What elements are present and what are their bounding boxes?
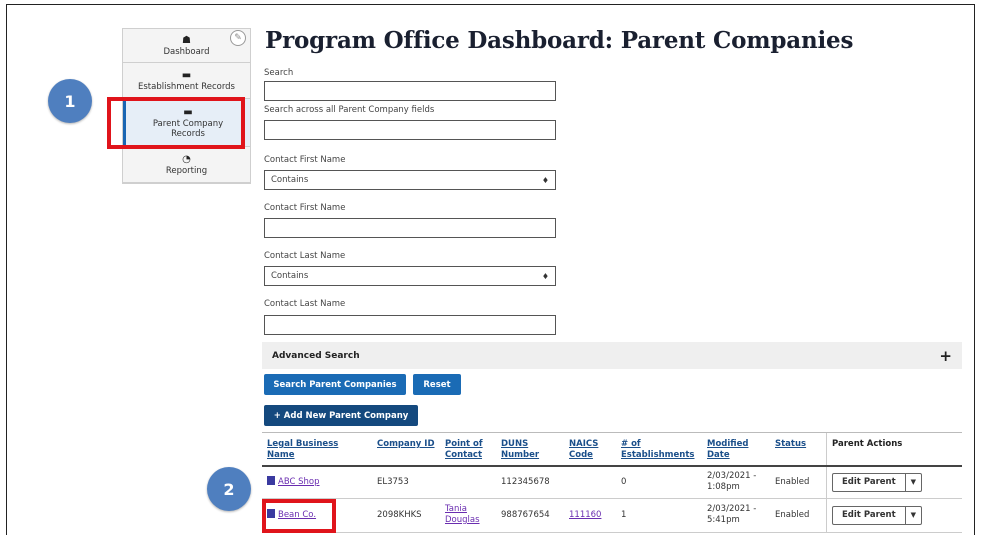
parent-companies-table: Legal Business Name Company ID Point of …	[262, 432, 962, 533]
cell-naics-code[interactable]: 111160	[564, 498, 616, 533]
table-row: ABC Shop EL3753 112345678 0 2/03/2021 - …	[262, 466, 962, 499]
sidebar-item-label: Establishment Records	[137, 81, 235, 92]
column-header-status[interactable]: Status	[770, 432, 827, 467]
chevron-down-icon[interactable]: ▼	[904, 506, 921, 524]
cell-establishments: 1	[616, 498, 702, 533]
chevron-updown-icon: ♦	[541, 175, 549, 185]
cell-company-id: EL3753	[372, 466, 440, 499]
column-header-naics-code[interactable]: NAICS Code	[564, 432, 616, 467]
chevron-down-icon[interactable]: ▼	[904, 473, 921, 491]
home-icon: ☗	[182, 34, 191, 46]
window-frame-top	[6, 4, 975, 5]
search-all-input[interactable]	[264, 120, 556, 140]
cell-company-id: 2098KHKS	[372, 498, 440, 533]
select-value: Contains	[271, 271, 309, 281]
chevron-updown-icon: ♦	[541, 271, 549, 281]
cell-modified-date: 2/03/2021 - 1:08pm	[702, 466, 770, 499]
add-new-parent-company-button[interactable]: + Add New Parent Company	[264, 405, 418, 426]
contact-first-name-operator-select[interactable]: Contains ♦	[264, 170, 556, 190]
cell-point-of-contact	[440, 466, 496, 499]
building-icon	[267, 476, 275, 486]
contact-first-name-label: Contact First Name	[264, 203, 346, 213]
highlight-box-bean-co	[262, 499, 336, 533]
edit-parent-button[interactable]: Edit Parent	[833, 474, 905, 491]
cell-point-of-contact[interactable]: Tania Douglas	[440, 498, 496, 533]
company-link[interactable]: ABC Shop	[278, 477, 320, 487]
step-badge-2: 2	[207, 467, 251, 511]
column-header-establishments[interactable]: # of Establishments	[616, 432, 702, 467]
reset-button[interactable]: Reset	[413, 374, 461, 395]
column-header-company-id[interactable]: Company ID	[372, 432, 440, 467]
contact-last-name-filter-label: Contact Last Name	[264, 251, 346, 261]
step-badge-1: 1	[48, 79, 92, 123]
highlight-box-parent-company-records	[107, 97, 245, 149]
column-header-duns-number[interactable]: DUNS Number	[496, 432, 564, 467]
search-all-label: Search across all Parent Company fields	[264, 105, 435, 115]
cell-duns-number: 112345678	[496, 466, 564, 499]
edit-parent-split-button: Edit Parent ▼	[832, 505, 923, 525]
edit-parent-button[interactable]: Edit Parent	[833, 507, 905, 524]
search-parent-companies-button[interactable]: Search Parent Companies	[264, 374, 406, 395]
table-row: Bean Co. 2098KHKS Tania Douglas 98876765…	[262, 498, 962, 533]
advanced-search-label: Advanced Search	[272, 350, 360, 361]
contact-last-name-input[interactable]	[264, 315, 556, 335]
advanced-search-toggle[interactable]: Advanced Search +	[262, 342, 962, 369]
select-value: Contains	[271, 175, 309, 185]
naics-link[interactable]: 111160	[569, 510, 601, 520]
folder-icon: ▬	[181, 69, 192, 81]
sidebar-item-reporting[interactable]: ◔ Reporting	[123, 147, 250, 183]
cell-establishments: 0	[616, 466, 702, 499]
plus-icon: +	[939, 346, 952, 365]
edit-parent-split-button: Edit Parent ▼	[832, 472, 923, 492]
cell-modified-date: 2/03/2021 - 5:41pm	[702, 498, 770, 533]
window-frame-right	[974, 4, 975, 535]
table-header-row: Legal Business Name Company ID Point of …	[262, 432, 962, 467]
cell-status: Enabled	[770, 498, 827, 533]
column-header-legal-business-name[interactable]: Legal Business Name	[262, 432, 372, 467]
pie-chart-icon: ◔	[182, 153, 191, 165]
column-header-point-of-contact[interactable]: Point of Contact	[440, 432, 496, 467]
search-label: Search	[264, 68, 294, 78]
search-input[interactable]	[264, 81, 556, 101]
cell-status: Enabled	[770, 466, 827, 499]
contact-last-name-operator-select[interactable]: Contains ♦	[264, 266, 556, 286]
contact-first-name-input[interactable]	[264, 218, 556, 238]
column-header-parent-actions: Parent Actions	[826, 432, 962, 467]
sidebar-item-label: Reporting	[165, 165, 208, 176]
cell-duns-number: 988767654	[496, 498, 564, 533]
contact-first-name-filter-label: Contact First Name	[264, 155, 346, 165]
cell-parent-actions: Edit Parent ▼	[826, 498, 962, 533]
edit-pencil-icon[interactable]: ✎	[230, 30, 246, 46]
cell-legal-business-name[interactable]: ABC Shop	[262, 466, 372, 499]
window-frame-left	[6, 4, 7, 535]
contact-link[interactable]: Tania Douglas	[445, 504, 480, 525]
column-header-modified-date[interactable]: Modified Date	[702, 432, 770, 467]
sidebar-item-label: Dashboard	[163, 46, 210, 57]
sidebar-item-establishment-records[interactable]: ▬ Establishment Records	[123, 63, 250, 99]
cell-naics-code	[564, 466, 616, 499]
contact-last-name-label: Contact Last Name	[264, 299, 346, 309]
cell-parent-actions: Edit Parent ▼	[826, 466, 962, 499]
page-title: Program Office Dashboard: Parent Compani…	[265, 27, 854, 54]
